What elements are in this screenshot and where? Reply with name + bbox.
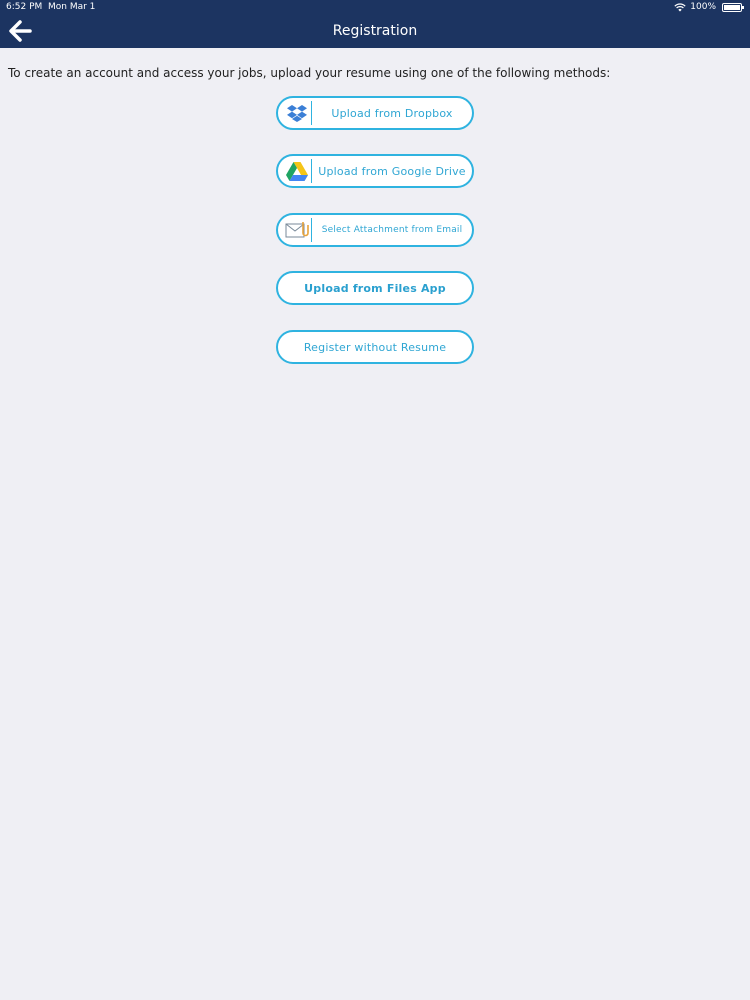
google-drive-icon [285,161,308,181]
register-without-resume-button[interactable]: Register without Resume [276,330,474,364]
nav-bar: Registration [0,14,750,48]
upload-google-drive-button[interactable]: Upload from Google Drive [276,154,474,188]
battery-percent: 100% [690,2,716,12]
wifi-icon [674,2,686,11]
upload-files-app-label: Upload from Files App [304,281,446,295]
select-email-attachment-label: Select Attachment from Email [321,225,463,235]
battery-icon [722,2,744,12]
register-without-resume-label: Register without Resume [303,340,447,354]
status-right: 100% [674,0,744,14]
page-title: Registration [332,23,418,39]
intro-text: To create an account and access your job… [8,66,611,80]
dropbox-icon-wrap [282,101,312,125]
upload-google-drive-label: Upload from Google Drive [318,164,466,178]
status-bar: 6:52 PM Mon Mar 1 100% [0,0,750,14]
status-time: 6:52 PM [6,2,43,12]
dropbox-icon [286,105,307,122]
upload-files-app-button[interactable]: Upload from Files App [276,271,474,305]
upload-dropbox-label: Upload from Dropbox [331,106,453,120]
upload-dropbox-button[interactable]: Upload from Dropbox [276,96,474,130]
select-email-attachment-button[interactable]: Select Attachment from Email [276,213,474,247]
google-drive-icon-wrap [282,159,312,183]
status-date: Mon Mar 1 [48,2,96,12]
email-icon-wrap [282,218,312,242]
email-attachment-icon [285,222,309,238]
